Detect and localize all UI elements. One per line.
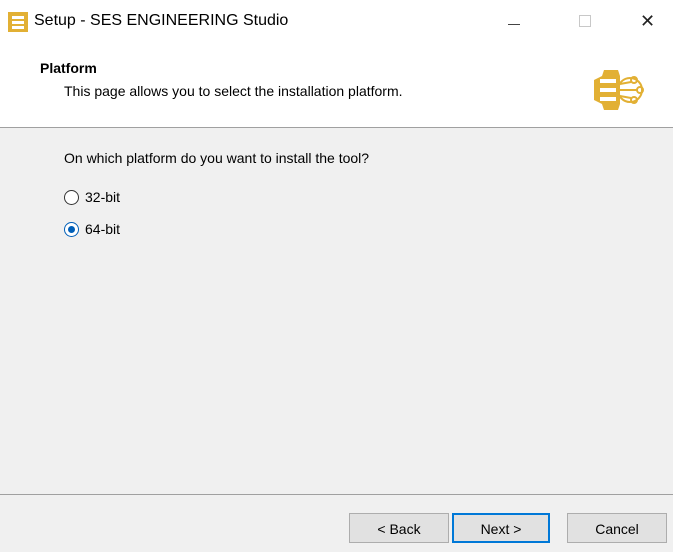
minimize-icon (508, 24, 520, 25)
minimize-button[interactable] (490, 0, 538, 42)
radio-32-bit-label[interactable]: 32-bit (85, 189, 120, 205)
setup-window: Setup - SES ENGINEERING Studio ✕ Platfor… (0, 0, 673, 552)
back-button[interactable]: < Back (349, 513, 449, 543)
radio-32-bit[interactable]: 32-bit (64, 187, 120, 207)
page-subtitle: This page allows you to select the insta… (64, 83, 403, 99)
radio-64-bit[interactable]: 64-bit (64, 219, 120, 239)
maximize-icon (579, 15, 591, 27)
footer-divider (0, 494, 673, 495)
title-bar[interactable]: Setup - SES ENGINEERING Studio ✕ (0, 0, 673, 42)
ses-logo-icon (594, 70, 644, 110)
radio-64-bit-label[interactable]: 64-bit (85, 221, 120, 237)
app-logo-icon (8, 12, 28, 32)
maximize-button[interactable] (562, 0, 610, 42)
close-button[interactable]: ✕ (622, 0, 673, 42)
close-icon: ✕ (639, 11, 656, 31)
platform-question: On which platform do you want to install… (64, 150, 370, 166)
window-title: Setup - SES ENGINEERING Studio (34, 12, 289, 29)
radio-unchecked-icon[interactable] (64, 189, 79, 205)
page-title: Platform (40, 60, 97, 76)
header-divider (0, 127, 673, 128)
wizard-header: Platform This page allows you to select … (0, 42, 673, 127)
cancel-button[interactable]: Cancel (567, 513, 667, 543)
next-button[interactable]: Next > (452, 513, 550, 543)
radio-checked-icon[interactable] (64, 221, 79, 237)
